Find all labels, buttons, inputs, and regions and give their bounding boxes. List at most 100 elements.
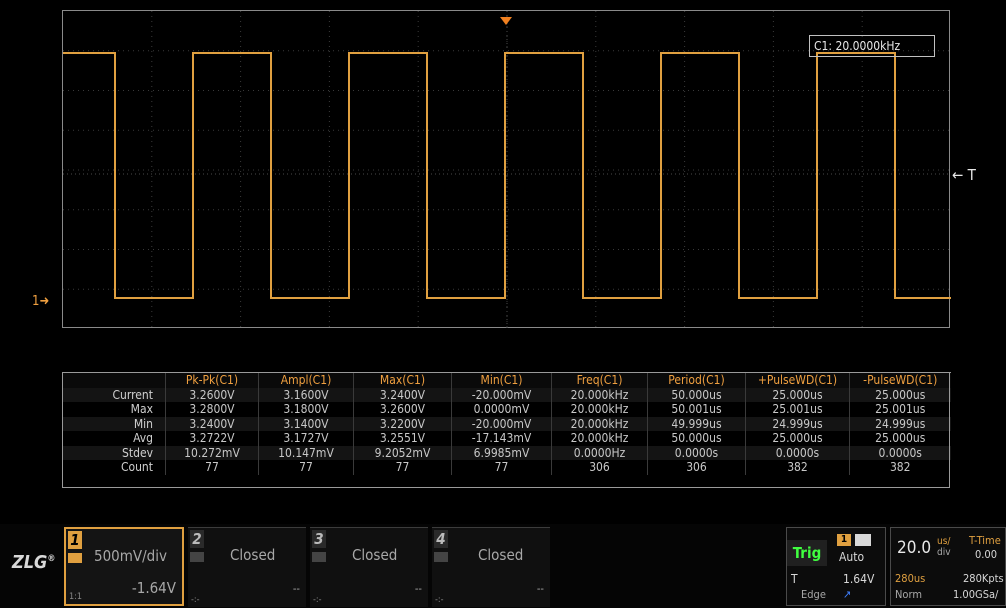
measurement-row: Count 77 77 77 77 306 306 382 382: [62, 460, 951, 475]
channel-number: 4: [434, 530, 448, 548]
channel-1-panel[interactable]: 1 500mV/div -1.64V 1:1: [64, 527, 184, 606]
measurement-value: 382: [745, 460, 850, 475]
waveform-display[interactable]: C1: 20.0000kHz: [62, 10, 951, 329]
measurement-value: 3.2551V: [353, 431, 452, 446]
measurement-value: 3.2600V: [165, 387, 259, 402]
trigger-level-marker[interactable]: ← T: [952, 166, 976, 184]
measurement-value: 382: [849, 460, 951, 475]
channel-4-panel[interactable]: 4 Closed -- -:-: [432, 527, 550, 607]
trigger-position-marker[interactable]: [500, 17, 512, 25]
channel-number: 2: [190, 530, 204, 548]
measurement-column-header: Freq(C1): [551, 372, 648, 388]
trigger-panel[interactable]: Trig 1 Auto T 1.64V Edge ↗: [786, 527, 886, 606]
channel-coupling-icon: [190, 552, 204, 562]
measurement-table: Pk-Pk(C1) Ampl(C1) Max(C1) Min(C1) Freq(C1) P…: [62, 372, 951, 475]
measurement-value: -20.000mV: [451, 387, 552, 402]
channel-offset: --: [292, 582, 300, 595]
timebase-unit-bottom: div: [937, 547, 951, 558]
measurement-column-header: -PulseWD(C1): [849, 372, 951, 388]
measurement-row-label: Stdev: [62, 445, 166, 460]
channel-offset: --: [414, 582, 422, 595]
channel-scale: Closed: [230, 546, 276, 564]
measurement-row-label: Max: [62, 402, 166, 417]
delay-value: 0.00: [975, 548, 998, 561]
channel-scale: Closed: [478, 546, 524, 564]
measurement-value: 3.1727V: [258, 431, 354, 446]
trigger-level: 1.64V: [843, 572, 875, 586]
trigger-level-label: T: [967, 166, 976, 184]
waveform-grid: [63, 11, 951, 329]
delay-label: T-Time: [969, 534, 1001, 547]
measurement-value: 3.2400V: [353, 387, 452, 402]
trigger-channel-badge: 1: [837, 534, 851, 546]
channel-scale: 500mV/div: [94, 547, 167, 565]
measurement-value: 20.000kHz: [551, 416, 648, 431]
measurement-row: Min 3.2400V 3.1400V 3.2200V -20.000mV 20.000k…: [62, 416, 951, 431]
measurement-value: 25.000us: [745, 431, 850, 446]
channel-coupling-icon: [434, 552, 448, 562]
channel-probe-ratio: -:-: [313, 595, 322, 605]
measurement-value: 25.000us: [849, 387, 951, 402]
horizontal-position: 280us: [895, 572, 926, 585]
measurement-value: 3.1600V: [258, 387, 354, 402]
measurement-column-header: Pk-Pk(C1): [165, 372, 259, 388]
measurement-value: 3.2722V: [165, 431, 259, 446]
measurement-value: 25.001us: [745, 402, 850, 417]
measurement-value: 50.001us: [647, 402, 746, 417]
measurement-value: 77: [451, 460, 552, 475]
sample-rate: 1.00GSa/: [953, 588, 999, 601]
channel-3-panel[interactable]: 3 Closed -- -:-: [310, 527, 428, 607]
trigger-mode: Auto: [839, 550, 865, 564]
timebase-scale: 20.0: [897, 538, 932, 558]
measurement-value: 0.0000Hz: [551, 445, 648, 460]
measurement-row-label: Avg: [62, 431, 166, 446]
oscilloscope-screen: C1: 20.0000kHz ← T 1➜ Pk-Pk(C1) Ampl(C1) M…: [0, 0, 1006, 608]
rising-edge-icon: ↗: [843, 588, 852, 601]
trigger-coupling-icon: [855, 534, 871, 546]
bottom-control-bar: ZLG® 1 500mV/div -1.64V 1:1 2 Closed -- …: [0, 524, 1006, 608]
channel-offset: --: [536, 582, 544, 595]
measurement-row: Avg 3.2722V 3.1727V 3.2551V -17.143mV 20.000k…: [62, 431, 951, 446]
measurement-value: 0.0000mV: [451, 402, 552, 417]
trigger-status: Trig: [787, 540, 827, 566]
measurement-row: Current 3.2600V 3.1600V 3.2400V -20.000mV 20.…: [62, 387, 951, 402]
logo: ZLG®: [12, 552, 56, 573]
trigger-type: Edge: [801, 588, 826, 601]
header-corner: [62, 372, 166, 388]
channel-coupling-icon: [68, 553, 82, 563]
frequency-readout: C1: 20.0000kHz: [809, 35, 935, 57]
measurement-column-header: +PulseWD(C1): [745, 372, 850, 388]
channel-1-marker[interactable]: 1➜: [32, 294, 49, 309]
measurement-value: 306: [647, 460, 746, 475]
measurement-value: 3.2600V: [353, 402, 452, 417]
measurement-value: 24.999us: [745, 416, 850, 431]
measurement-row: Stdev 10.272mV 10.147mV 9.2052mV 6.9985mV 0.0…: [62, 445, 951, 460]
acquisition-mode: Norm: [895, 588, 922, 601]
measurement-value: 9.2052mV: [353, 445, 452, 460]
channel-probe-ratio: 1:1: [69, 592, 83, 602]
arrow-right-icon: ➜: [39, 294, 50, 309]
measurement-value: 77: [165, 460, 259, 475]
measurement-value: 10.272mV: [165, 445, 259, 460]
measurement-value: 24.999us: [849, 416, 951, 431]
channel-number: 1: [68, 531, 82, 549]
measurement-value: 20.000kHz: [551, 387, 648, 402]
measurement-column-header: Period(C1): [647, 372, 746, 388]
measurement-value: 6.9985mV: [451, 445, 552, 460]
measurement-value: 77: [258, 460, 354, 475]
measurement-value: 306: [551, 460, 648, 475]
measurement-value: 3.2400V: [165, 416, 259, 431]
timebase-panel[interactable]: 20.0 us/ div T-Time 0.00 280us 280Kpts N…: [890, 527, 1006, 606]
channel-probe-ratio: -:-: [191, 595, 200, 605]
channel-scale: Closed: [352, 546, 398, 564]
channel-2-panel[interactable]: 2 Closed -- -:-: [188, 527, 306, 607]
measurement-value: 77: [353, 460, 452, 475]
measurement-value: 50.000us: [647, 431, 746, 446]
channel-probe-ratio: -:-: [435, 595, 444, 605]
measurement-value: 0.0000s: [745, 445, 850, 460]
measurement-row-label: Min: [62, 416, 166, 431]
measurement-value: 25.000us: [745, 387, 850, 402]
measurement-value: 10.147mV: [258, 445, 354, 460]
measurement-value: 0.0000s: [849, 445, 951, 460]
measurement-value: 25.001us: [849, 402, 951, 417]
